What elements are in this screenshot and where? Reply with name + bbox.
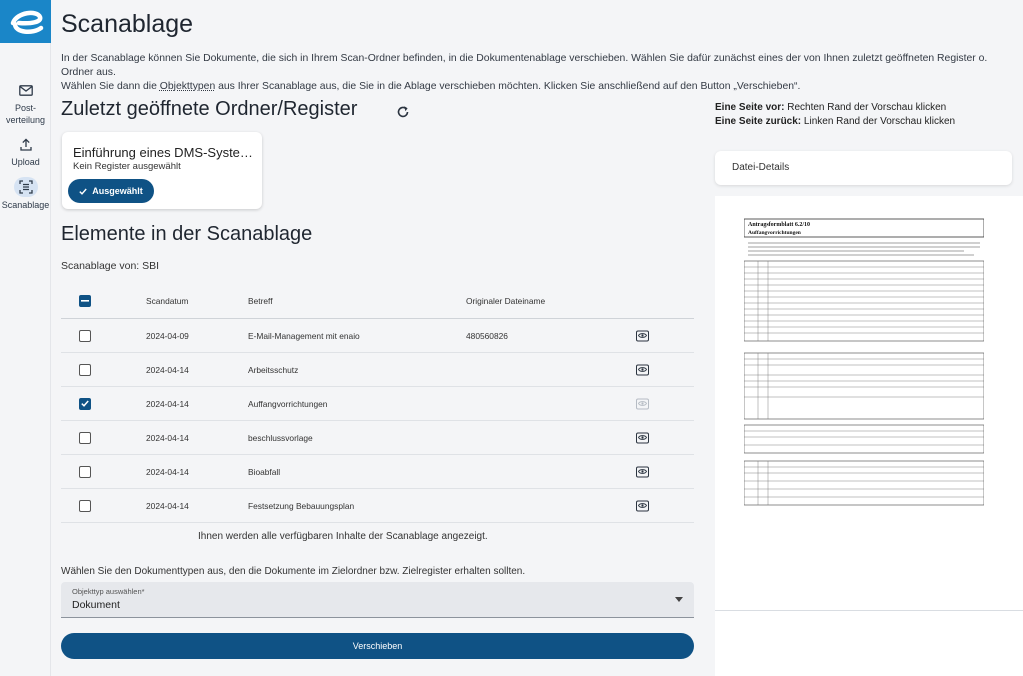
table-row[interactable]: 2024-04-14 beschlussvorlage bbox=[61, 421, 694, 455]
table-header: Scandatum Betreff Originaler Dateiname bbox=[61, 283, 694, 319]
sidebar: Post- verteilung Upload Scanablage bbox=[0, 0, 51, 676]
scan-date: 2024-04-14 bbox=[146, 432, 189, 443]
preview-eye-icon[interactable] bbox=[636, 466, 649, 477]
scan-icon bbox=[13, 177, 38, 197]
scan-owner-label: Scanablage von: SBI bbox=[61, 260, 160, 272]
select-label: Objekttyp auswählen* bbox=[72, 587, 145, 596]
table-body: 2024-04-09 E-Mail-Management mit enaio 480… bbox=[61, 319, 694, 523]
app-logo[interactable] bbox=[0, 0, 51, 43]
row-checkbox[interactable] bbox=[79, 329, 91, 342]
doctype-prompt: Wählen Sie den Dokumenttypen aus, den di… bbox=[61, 566, 526, 577]
row-checkbox[interactable] bbox=[79, 499, 91, 512]
scan-date: 2024-04-14 bbox=[146, 398, 189, 409]
dropdown-arrow-icon bbox=[675, 597, 683, 602]
main-content: Scanablage In der Scanablage können Sie … bbox=[51, 0, 1023, 676]
object-type-select[interactable]: Objekttyp auswählen* Dokument bbox=[61, 582, 694, 618]
preview-eye-icon[interactable] bbox=[636, 500, 649, 511]
scan-date: 2024-04-14 bbox=[146, 364, 189, 375]
column-header-subject[interactable]: Betreff bbox=[248, 296, 273, 306]
scan-table: Scandatum Betreff Originaler Dateiname 2… bbox=[61, 283, 694, 523]
next-page-hint: Eine Seite vor: Rechten Rand der Vorscha… bbox=[715, 102, 946, 113]
intro-line-2: Wählen Sie dann die Objekttypen aus Ihre… bbox=[61, 80, 1021, 94]
refresh-icon[interactable] bbox=[396, 105, 410, 119]
intro-text: Wählen Sie dann die bbox=[61, 81, 160, 92]
column-header-date[interactable]: Scandatum bbox=[146, 296, 188, 306]
hint-key: Eine Seite vor: bbox=[715, 102, 785, 113]
subject: Arbeitsschutz bbox=[248, 364, 299, 375]
table-row[interactable]: 2024-04-14 Auffangvorrichtungen bbox=[61, 387, 694, 421]
subject: Bioabfall bbox=[248, 466, 281, 477]
prev-page-hint: Eine Seite zurück: Linken Rand der Vorsc… bbox=[715, 116, 955, 127]
preview-eye-icon[interactable] bbox=[636, 432, 649, 443]
subject: beschlussvorlage bbox=[248, 432, 313, 443]
preview-eye-icon[interactable] bbox=[636, 364, 649, 375]
objekttypen-link[interactable]: Objekttypen bbox=[160, 81, 215, 92]
sidebar-item-label: verteilung bbox=[5, 115, 46, 125]
table-row[interactable]: 2024-04-09 E-Mail-Management mit enaio 480… bbox=[61, 319, 694, 353]
folder-title: Einführung eines DMS-Systems bbox=[73, 145, 253, 160]
sidebar-item-scanablage[interactable]: Scanablage bbox=[0, 177, 51, 211]
page-title: Scanablage bbox=[61, 10, 194, 38]
column-header-filename[interactable]: Originaler Dateiname bbox=[466, 296, 545, 306]
sidebar-item-label: Upload bbox=[11, 157, 40, 167]
preview-eye-icon[interactable] bbox=[636, 398, 649, 409]
table-row[interactable]: 2024-04-14 Festsetzung Bebauungsplan bbox=[61, 489, 694, 523]
file-details-label: Datei-Details bbox=[732, 162, 790, 173]
select-all-checkbox[interactable] bbox=[79, 294, 91, 307]
sidebar-item-label: Scanablage bbox=[1, 200, 50, 210]
row-checkbox[interactable] bbox=[79, 397, 91, 410]
subject: Auffangvorrichtungen bbox=[248, 398, 328, 409]
row-checkbox[interactable] bbox=[79, 465, 91, 478]
select-value: Dokument bbox=[72, 599, 120, 611]
move-button[interactable]: Verschieben bbox=[61, 633, 694, 659]
hint-key: Eine Seite zurück: bbox=[715, 116, 802, 127]
recent-heading: Zuletzt geöffnete Ordner/Register bbox=[61, 98, 358, 120]
scan-date: 2024-04-14 bbox=[146, 466, 189, 477]
logo-icon bbox=[10, 10, 43, 34]
preview-divider bbox=[715, 610, 1023, 611]
scan-date: 2024-04-14 bbox=[146, 500, 189, 511]
intro-text: aus Ihrer Scanablage aus, die Sie in die… bbox=[215, 81, 801, 92]
upload-icon bbox=[14, 134, 38, 154]
preview-eye-icon[interactable] bbox=[636, 330, 649, 341]
check-icon bbox=[79, 188, 87, 195]
elements-heading: Elemente in der Scanablage bbox=[61, 223, 313, 245]
selected-button-label: Ausgewählt bbox=[92, 186, 143, 196]
scan-date: 2024-04-09 bbox=[146, 330, 189, 341]
file-details-panel[interactable]: Datei-Details bbox=[715, 151, 1012, 185]
doc-title: Antragsformblatt 6.2/10 bbox=[748, 222, 810, 228]
selected-button[interactable]: Ausgewählt bbox=[68, 179, 154, 203]
doc-subtitle: Auffangvorrichtungen bbox=[748, 230, 801, 236]
hint-text: Linken Rand der Vorschau klicken bbox=[801, 116, 956, 127]
all-content-shown-text: Ihnen werden alle verfügbaren Inhalte de… bbox=[198, 531, 488, 542]
hint-text: Rechten Rand der Vorschau klicken bbox=[784, 102, 947, 113]
sidebar-item-postverteilung[interactable]: Post- verteilung bbox=[0, 80, 51, 126]
table-row[interactable]: 2024-04-14 Bioabfall bbox=[61, 455, 694, 489]
subject: E-Mail-Management mit enaio bbox=[248, 330, 360, 341]
row-checkbox[interactable] bbox=[79, 431, 91, 444]
document-preview-page[interactable]: Antragsformblatt 6.2/10 Auffangvorrichtu… bbox=[744, 215, 984, 515]
table-row[interactable]: 2024-04-14 Arbeitsschutz bbox=[61, 353, 694, 387]
original-filename: 480560826 bbox=[466, 330, 508, 341]
sidebar-item-label: Post- bbox=[14, 103, 36, 113]
sidebar-item-upload[interactable]: Upload bbox=[0, 134, 51, 168]
mail-icon bbox=[14, 80, 38, 100]
folder-subtitle: Kein Register ausgewählt bbox=[73, 161, 181, 172]
page-intro: In der Scanablage können Sie Dokumente, … bbox=[61, 52, 1021, 94]
recent-folder-card[interactable]: Einführung eines DMS-Systems Kein Regist… bbox=[62, 132, 262, 209]
subject: Festsetzung Bebauungsplan bbox=[248, 500, 355, 511]
intro-line-1: In der Scanablage können Sie Dokumente, … bbox=[61, 53, 988, 78]
row-checkbox[interactable] bbox=[79, 363, 91, 376]
